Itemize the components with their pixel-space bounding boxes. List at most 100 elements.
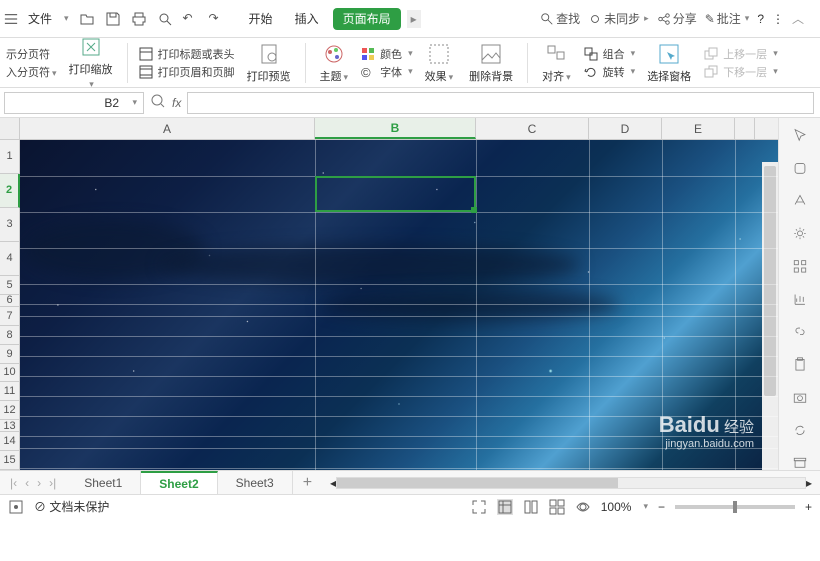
col-header-f[interactable]	[735, 118, 755, 139]
name-box[interactable]: B2▾	[4, 92, 144, 114]
hscroll-right-icon[interactable]: ▸	[806, 476, 812, 490]
tab-start[interactable]: 开始	[241, 0, 281, 37]
undo-icon[interactable]: ↶	[183, 11, 199, 27]
tab-scroll-icon[interactable]: ▸	[407, 10, 421, 28]
cells-area[interactable]: Baidu 经验 jingyan.baidu.com	[20, 140, 778, 470]
remove-bg-button[interactable]: 删除背景	[465, 42, 517, 84]
col-header-b[interactable]: B	[315, 118, 476, 139]
watermark: Baidu 经验 jingyan.baidu.com	[659, 412, 754, 450]
menu-icon[interactable]	[4, 12, 18, 26]
show-pagebreaks-label[interactable]: 示分页符	[6, 46, 57, 62]
insert-pagebreak-label[interactable]: 入分页符▾	[6, 64, 57, 80]
bring-forward-button: 上移一层▾	[703, 46, 778, 62]
share-button[interactable]: 分享	[657, 10, 697, 27]
cursor-icon[interactable]	[791, 128, 809, 143]
horizontal-scrollbar[interactable]	[336, 477, 806, 489]
fullscreen-icon[interactable]	[471, 499, 487, 515]
print-header-footer-button[interactable]: 打印页眉和页脚	[138, 64, 235, 80]
doc-protect-status[interactable]: ⊘ 文档未保护	[34, 498, 109, 515]
fx-icon[interactable]: fx	[172, 96, 181, 110]
row-header[interactable]: 11	[0, 382, 20, 401]
preview-icon[interactable]	[157, 11, 173, 27]
more-icon[interactable]: ⋮	[772, 12, 784, 26]
tab-first-icon[interactable]: |‹	[10, 476, 17, 490]
zoom-in-button[interactable]: +	[805, 500, 812, 514]
col-header-e[interactable]: E	[662, 118, 735, 139]
text-icon[interactable]	[791, 193, 809, 208]
theme-button[interactable]: 主题▾	[316, 42, 353, 84]
clipboard-icon[interactable]	[791, 357, 809, 372]
zoom-out-button[interactable]: −	[658, 500, 665, 514]
svg-text:©: ©	[361, 65, 371, 80]
row-header[interactable]: 14	[0, 432, 20, 451]
color-button[interactable]: 颜色▾	[360, 46, 413, 62]
add-sheet-button[interactable]: +	[293, 474, 322, 492]
link-icon[interactable]	[791, 324, 809, 339]
tab-last-icon[interactable]: ›|	[49, 476, 56, 490]
find-button[interactable]: 查找	[540, 10, 580, 27]
row-header[interactable]: 1	[0, 140, 20, 174]
tab-page-layout[interactable]: 页面布局	[333, 8, 401, 30]
zoom-cell-icon[interactable]	[150, 93, 166, 112]
print-scaling-button[interactable]: 打印缩放▾	[65, 35, 117, 90]
sheet-tab-1[interactable]: Sheet1	[66, 471, 141, 494]
shape-icon[interactable]	[791, 161, 809, 176]
row-header[interactable]: 7	[0, 307, 20, 326]
row-header[interactable]: 9	[0, 345, 20, 364]
apps-icon[interactable]	[791, 259, 809, 274]
record-macro-icon[interactable]	[8, 499, 24, 515]
view-normal-icon[interactable]	[497, 499, 513, 515]
comment-button[interactable]: ✎ 批注▾	[705, 10, 750, 27]
row-header[interactable]: 5	[0, 276, 20, 295]
sheet-tab-3[interactable]: Sheet3	[218, 471, 293, 494]
row-header[interactable]: 6	[0, 295, 20, 307]
print-icon[interactable]	[131, 11, 147, 27]
formula-input[interactable]	[187, 92, 814, 114]
align-button[interactable]: 对齐▾	[538, 42, 575, 84]
row-header[interactable]: 13	[0, 420, 20, 432]
vertical-scrollbar[interactable]	[762, 162, 778, 470]
save-icon[interactable]	[105, 11, 121, 27]
read-mode-icon[interactable]	[575, 499, 591, 515]
settings-icon[interactable]	[791, 226, 809, 241]
help-icon[interactable]: ?	[757, 12, 764, 26]
open-icon[interactable]	[79, 11, 95, 27]
camera-icon[interactable]	[791, 390, 809, 405]
row-header[interactable]: 12	[0, 401, 20, 420]
view-pagebreak-icon[interactable]	[523, 499, 539, 515]
zoom-slider[interactable]	[675, 505, 795, 509]
effect-button[interactable]: 效果▾	[421, 42, 458, 84]
col-header-d[interactable]: D	[589, 118, 662, 139]
row-header[interactable]: 2	[0, 174, 20, 208]
row-header[interactable]: 4	[0, 242, 20, 276]
rotate-button[interactable]: 旋转▾	[583, 64, 636, 80]
row-header[interactable]: 3	[0, 208, 20, 242]
view-pagelayout-icon[interactable]	[549, 499, 565, 515]
row-header[interactable]: 8	[0, 326, 20, 345]
sheet-tab-2[interactable]: Sheet2	[141, 471, 217, 494]
refresh-icon[interactable]	[791, 423, 809, 438]
redo-icon[interactable]: ↷	[209, 11, 225, 27]
send-backward-button: 下移一层▾	[703, 64, 778, 80]
chevron-down-icon[interactable]: ▾	[132, 97, 137, 108]
print-titles-button[interactable]: 打印标题或表头	[138, 46, 235, 62]
zoom-value[interactable]: 100%	[601, 500, 632, 514]
file-menu[interactable]: 文件	[22, 6, 58, 31]
row-header[interactable]: 10	[0, 364, 20, 383]
row-header[interactable]: 15	[0, 451, 20, 470]
select-all-corner[interactable]	[0, 118, 20, 139]
selection-pane-button[interactable]: 选择窗格	[643, 42, 695, 84]
tab-prev-icon[interactable]: ‹	[25, 476, 29, 490]
col-header-a[interactable]: A	[20, 118, 315, 139]
selected-cell-b2[interactable]	[315, 176, 476, 212]
collapse-ribbon-icon[interactable]: ︿	[792, 10, 810, 28]
col-header-c[interactable]: C	[476, 118, 589, 139]
print-preview-button[interactable]: 打印预览	[243, 42, 295, 84]
group-button[interactable]: 组合▾	[583, 46, 636, 62]
tab-insert[interactable]: 插入	[287, 0, 327, 37]
font-button[interactable]: ©字体▾	[360, 64, 413, 80]
archive-icon[interactable]	[791, 455, 809, 470]
tab-next-icon[interactable]: ›	[37, 476, 41, 490]
chart-icon[interactable]	[791, 292, 809, 307]
sync-button[interactable]: 未同步▸	[588, 10, 649, 27]
